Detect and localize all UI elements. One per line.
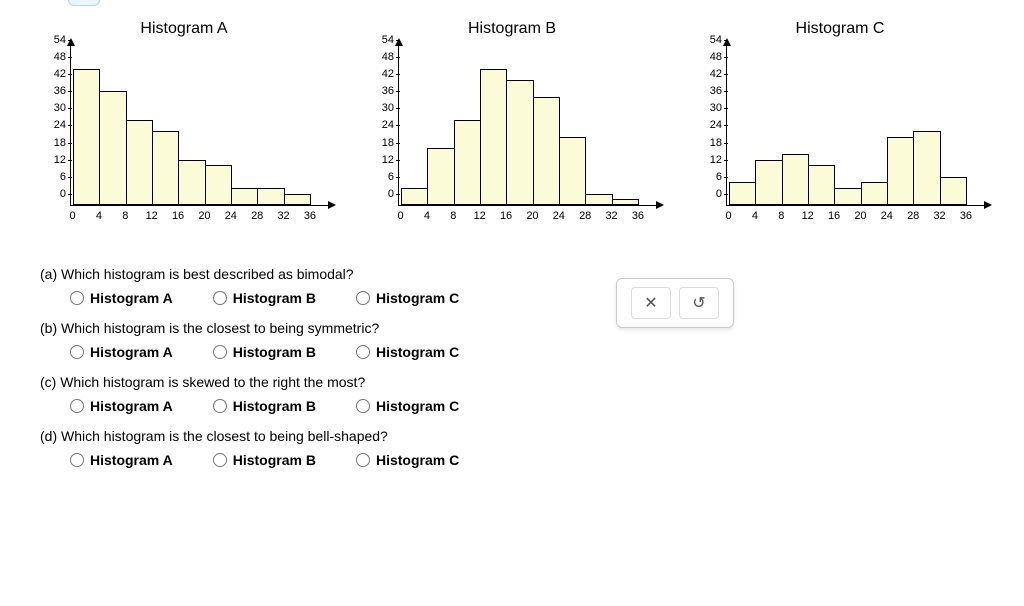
question-a: (a) Which histogram is best described as…	[40, 266, 600, 282]
option-c-hist-b[interactable]: Histogram B	[213, 398, 316, 414]
option-b-hist-b[interactable]: Histogram B	[213, 344, 316, 360]
options-b: Histogram A Histogram B Histogram C	[70, 344, 600, 360]
question-c: (c) Which histogram is skewed to the rig…	[40, 374, 600, 390]
option-label: Histogram B	[233, 398, 316, 414]
radio-icon	[213, 399, 227, 413]
question-b: (b) Which histogram is the closest to be…	[40, 320, 600, 336]
chart-a-title: Histogram A	[40, 20, 328, 38]
histogram-bar	[257, 188, 284, 205]
chart-c: Histogram C 0612182430364248540481216202…	[696, 20, 984, 226]
chart-c-title: Histogram C	[696, 20, 984, 38]
questions-block: (a) Which histogram is best described as…	[40, 266, 600, 468]
options-d: Histogram A Histogram B Histogram C	[70, 452, 600, 468]
histogram-bar	[861, 182, 888, 205]
option-label: Histogram B	[233, 344, 316, 360]
option-d-hist-b[interactable]: Histogram B	[213, 452, 316, 468]
option-label: Histogram C	[376, 290, 459, 306]
chart-a: Histogram A 0612182430364248540481216202…	[40, 20, 328, 226]
radio-icon	[356, 345, 370, 359]
radio-icon	[213, 291, 227, 305]
histogram-bar	[401, 188, 428, 205]
clear-button[interactable]: ✕	[631, 287, 671, 319]
options-c: Histogram A Histogram B Histogram C	[70, 398, 600, 414]
options-a: Histogram A Histogram B Histogram C	[70, 290, 600, 306]
option-b-hist-c[interactable]: Histogram C	[356, 344, 459, 360]
histogram-bar	[480, 69, 507, 205]
histogram-bar	[73, 69, 100, 205]
histogram-bar	[284, 194, 311, 205]
option-label: Histogram C	[376, 398, 459, 414]
radio-icon	[356, 453, 370, 467]
histogram-bar	[782, 154, 809, 205]
chart-b-title: Histogram B	[368, 20, 656, 38]
option-a-hist-a[interactable]: Histogram A	[70, 290, 173, 306]
radio-icon	[70, 399, 84, 413]
option-label: Histogram C	[376, 344, 459, 360]
question-d: (d) Which histogram is the closest to be…	[40, 428, 600, 444]
radio-icon	[213, 453, 227, 467]
reset-icon: ↺	[692, 293, 705, 313]
histogram-bar	[808, 165, 835, 205]
option-label: Histogram B	[233, 452, 316, 468]
close-icon: ✕	[644, 293, 657, 313]
option-b-hist-a[interactable]: Histogram A	[70, 344, 173, 360]
histogram-bar	[205, 165, 232, 205]
option-label: Histogram A	[90, 290, 173, 306]
histogram-bar	[612, 199, 639, 205]
chart-b: Histogram B 0612182430364248540481216202…	[368, 20, 656, 226]
reset-button[interactable]: ↺	[679, 287, 719, 319]
histogram-bar	[99, 91, 126, 205]
radio-icon	[70, 453, 84, 467]
radio-icon	[70, 291, 84, 305]
histogram-bar	[231, 188, 258, 205]
option-label: Histogram A	[90, 452, 173, 468]
radio-icon	[356, 399, 370, 413]
option-c-hist-a[interactable]: Histogram A	[70, 398, 173, 414]
option-label: Histogram B	[233, 290, 316, 306]
radio-icon	[213, 345, 227, 359]
histogram-bar	[913, 131, 940, 205]
option-d-hist-a[interactable]: Histogram A	[70, 452, 173, 468]
option-a-hist-b[interactable]: Histogram B	[213, 290, 316, 306]
charts-row: Histogram A 0612182430364248540481216202…	[40, 20, 984, 226]
histogram-bar	[940, 177, 967, 205]
histogram-bar	[533, 97, 560, 205]
histogram-bar	[126, 120, 153, 205]
option-c-hist-c[interactable]: Histogram C	[356, 398, 459, 414]
histogram-bar	[427, 148, 454, 205]
answer-controls: ✕ ↺	[616, 278, 734, 328]
histogram-bar	[506, 80, 533, 205]
checkmark-badge: ✓	[68, 0, 100, 6]
histogram-bar	[178, 160, 205, 205]
histogram-bar	[454, 120, 481, 205]
option-d-hist-c[interactable]: Histogram C	[356, 452, 459, 468]
option-label: Histogram C	[376, 452, 459, 468]
histogram-bar	[152, 131, 179, 205]
option-a-hist-c[interactable]: Histogram C	[356, 290, 459, 306]
histogram-bar	[585, 194, 612, 205]
option-label: Histogram A	[90, 344, 173, 360]
check-icon: ✓	[78, 0, 90, 5]
radio-icon	[70, 345, 84, 359]
histogram-bar	[559, 137, 586, 205]
option-label: Histogram A	[90, 398, 173, 414]
histogram-bar	[887, 137, 914, 205]
histogram-bar	[755, 160, 782, 205]
radio-icon	[356, 291, 370, 305]
histogram-bar	[729, 182, 756, 205]
histogram-bar	[834, 188, 861, 205]
